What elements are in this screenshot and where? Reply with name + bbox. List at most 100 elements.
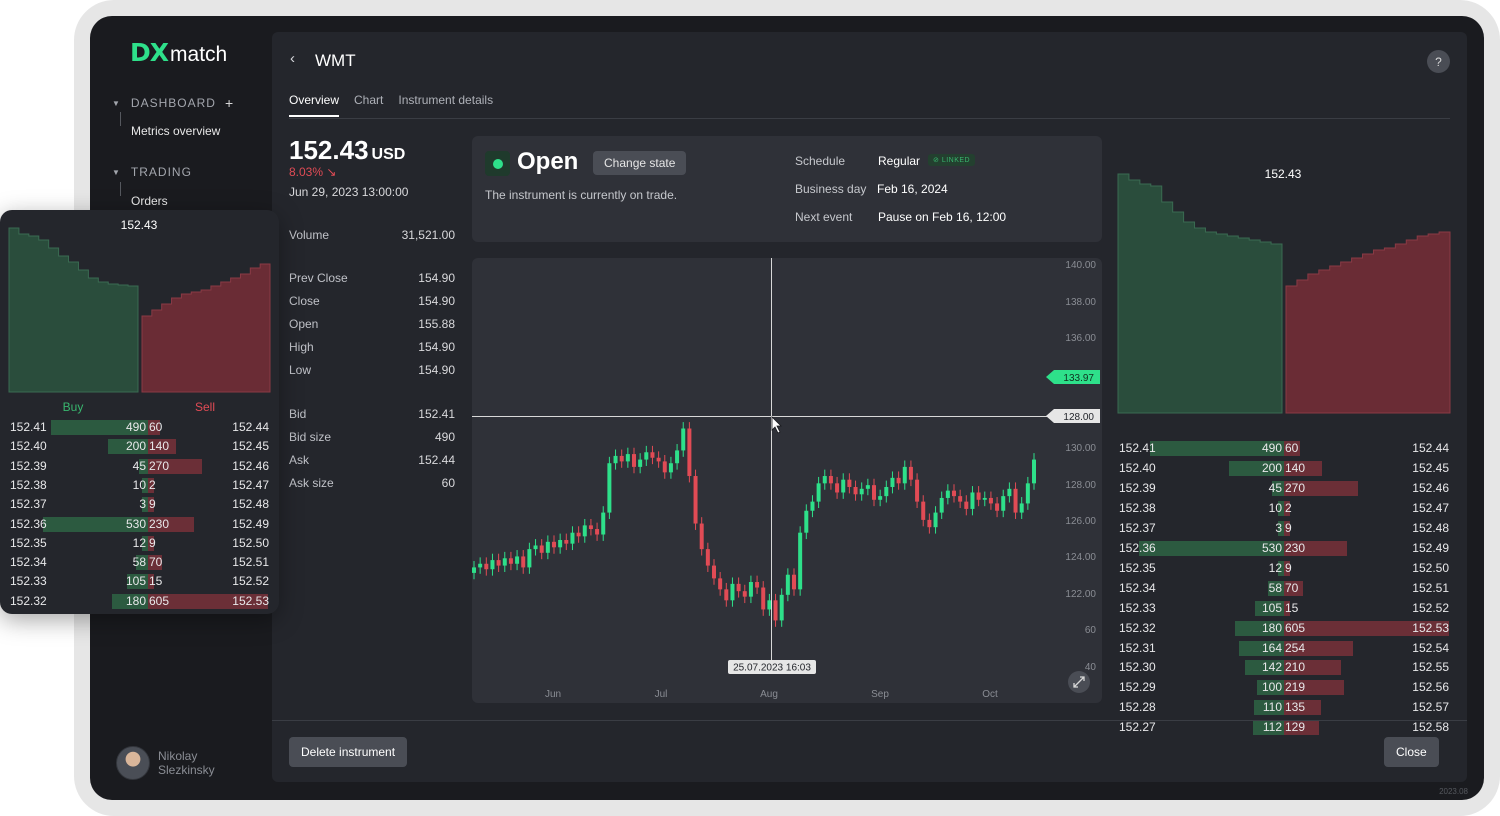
candle bbox=[527, 542, 532, 574]
order-book-row[interactable]: 152.37 3 9 152.48 bbox=[1117, 520, 1450, 536]
order-book-row[interactable]: 152.37 3 9 152.48 bbox=[8, 497, 270, 513]
candle bbox=[761, 581, 766, 616]
order-book-row[interactable]: 152.32 180 605 152.53 bbox=[1117, 620, 1450, 636]
order-book-row[interactable]: 152.29 100 219 152.56 bbox=[1117, 680, 1450, 696]
candle bbox=[1032, 453, 1036, 490]
order-book-row[interactable]: 152.38 10 2 152.47 bbox=[1117, 500, 1450, 516]
order-book-row[interactable]: 152.40 200 140 152.45 bbox=[1117, 460, 1450, 476]
candle bbox=[576, 526, 581, 543]
expand-icon[interactable] bbox=[1068, 671, 1090, 693]
bid-price: 152.38 bbox=[10, 477, 47, 492]
candle-body bbox=[656, 457, 661, 462]
ask-size: 60 bbox=[149, 420, 163, 434]
ask-price: 152.46 bbox=[1412, 480, 1449, 495]
order-book-row[interactable]: 152.32 180 605 152.53 bbox=[8, 593, 270, 609]
candle bbox=[841, 473, 846, 499]
candle bbox=[890, 471, 895, 494]
order-book-row[interactable]: 152.33 105 15 152.52 bbox=[1117, 600, 1450, 616]
candle-body bbox=[988, 497, 993, 504]
candle-body bbox=[896, 477, 901, 484]
buy-label: Buy bbox=[63, 400, 84, 414]
app-window: DX match ▼ DASHBOARD + Metrics overview … bbox=[90, 16, 1484, 800]
ask-size: 140 bbox=[149, 439, 170, 454]
candle-body bbox=[607, 463, 612, 513]
sidebar-item-orders[interactable]: Orders bbox=[131, 194, 168, 208]
x-tick-label: Aug bbox=[760, 689, 778, 700]
order-book-row[interactable]: 152.34 58 70 152.51 bbox=[1117, 580, 1450, 596]
bid-price: 152.32 bbox=[1119, 620, 1156, 635]
candle-body bbox=[619, 455, 624, 462]
order-book-row[interactable]: 152.39 45 270 152.46 bbox=[8, 458, 270, 474]
bid-price: 152.30 bbox=[1119, 660, 1156, 675]
order-book-row[interactable]: 152.35 12 9 152.50 bbox=[1117, 560, 1450, 576]
tab-chart[interactable]: Chart bbox=[354, 93, 383, 117]
ask-size: 270 bbox=[149, 458, 170, 473]
nav-tree-line bbox=[120, 182, 121, 196]
candlestick-chart[interactable]: 140.00 138.00 136.00 130.00 128.00 126.00 124.… bbox=[472, 258, 1102, 703]
candle-body bbox=[533, 545, 538, 550]
order-book-row[interactable]: 152.36 530 230 152.49 bbox=[8, 516, 270, 532]
stat-label: Ask bbox=[289, 453, 310, 467]
bid-price: 152.37 bbox=[1119, 520, 1156, 535]
order-book-row[interactable]: 152.31 164 254 152.54 bbox=[1117, 640, 1450, 656]
order-book-row[interactable]: 152.35 12 9 152.50 bbox=[8, 535, 270, 551]
tab-instrument-details[interactable]: Instrument details bbox=[398, 93, 493, 117]
nav-section-dashboard[interactable]: ▼ DASHBOARD + bbox=[112, 95, 234, 111]
stat-row: Volume 31,521.00 bbox=[289, 228, 455, 242]
candle bbox=[539, 539, 544, 560]
candle-body bbox=[810, 501, 815, 511]
logo-text: match bbox=[170, 43, 228, 66]
bid-price: 152.36 bbox=[10, 516, 47, 531]
stat-value: 154.90 bbox=[418, 271, 455, 285]
nav-section-trading[interactable]: ▼ TRADING bbox=[112, 165, 192, 179]
tab-overview[interactable]: Overview bbox=[289, 93, 340, 117]
ask-size: 9 bbox=[1285, 520, 1292, 535]
change-state-button[interactable]: Change state bbox=[593, 151, 687, 175]
candle bbox=[650, 445, 655, 465]
plus-icon[interactable]: + bbox=[225, 95, 234, 111]
candle bbox=[705, 542, 710, 572]
candle-body bbox=[613, 455, 618, 464]
bid-size: 180 bbox=[1261, 620, 1282, 635]
x-tick-label: Oct bbox=[982, 689, 998, 700]
order-book-row[interactable]: 152.40 200 140 152.45 bbox=[8, 439, 270, 455]
y-tick-label: 124.00 bbox=[1065, 552, 1096, 563]
order-book-row[interactable]: 152.30 142 210 152.55 bbox=[1117, 660, 1450, 676]
candle-body bbox=[785, 574, 790, 595]
candle-body bbox=[878, 496, 883, 500]
candle bbox=[884, 480, 889, 503]
close-button[interactable]: Close bbox=[1384, 737, 1439, 767]
status-indicator-icon bbox=[485, 151, 510, 176]
price-change: 8.03% ↘ bbox=[289, 165, 336, 179]
order-book-row[interactable]: 152.41 490 60 152.44 bbox=[8, 420, 270, 435]
candle-body bbox=[582, 525, 587, 537]
linked-label: LINKED bbox=[941, 157, 971, 164]
candle bbox=[792, 568, 796, 596]
order-book-row[interactable]: 152.39 45 270 152.46 bbox=[1117, 480, 1450, 496]
price-value: 152.43 bbox=[289, 135, 369, 165]
order-book-row[interactable]: 152.34 58 70 152.51 bbox=[8, 555, 270, 571]
order-book-row[interactable]: 152.38 10 2 152.47 bbox=[8, 477, 270, 493]
candle-body bbox=[767, 600, 772, 610]
delete-instrument-button[interactable]: Delete instrument bbox=[289, 737, 408, 767]
bid-size: 200 bbox=[125, 439, 146, 454]
order-book-row[interactable]: 152.27 112 129 152.58 bbox=[1117, 720, 1450, 736]
candle-body bbox=[564, 539, 569, 544]
price-chart[interactable]: 140.00 138.00 136.00 130.00 128.00 126.00 124.… bbox=[472, 258, 1102, 703]
bid-price: 152.32 bbox=[10, 593, 47, 608]
order-book-row[interactable]: 152.28 110 135 152.57 bbox=[1117, 700, 1450, 716]
ask-price: 152.45 bbox=[1412, 460, 1449, 475]
bid-size: 180 bbox=[125, 593, 146, 608]
help-icon[interactable]: ? bbox=[1427, 50, 1450, 73]
candle bbox=[988, 491, 993, 510]
order-book-row[interactable]: 152.36 530 230 152.49 bbox=[1117, 540, 1450, 556]
ask-size: 15 bbox=[149, 574, 163, 589]
chevron-left-icon[interactable]: ‹ bbox=[290, 50, 295, 67]
candle-body bbox=[816, 483, 821, 502]
order-book-row[interactable]: 152.41 490 60 152.44 bbox=[1117, 441, 1450, 456]
user-profile[interactable]: Nikolay Slezkinsky bbox=[116, 746, 215, 780]
sidebar-item-metrics-overview[interactable]: Metrics overview bbox=[131, 124, 220, 138]
order-book-row[interactable]: 152.33 105 15 152.52 bbox=[8, 574, 270, 590]
candle-body bbox=[958, 496, 963, 502]
candle-body bbox=[976, 492, 981, 500]
